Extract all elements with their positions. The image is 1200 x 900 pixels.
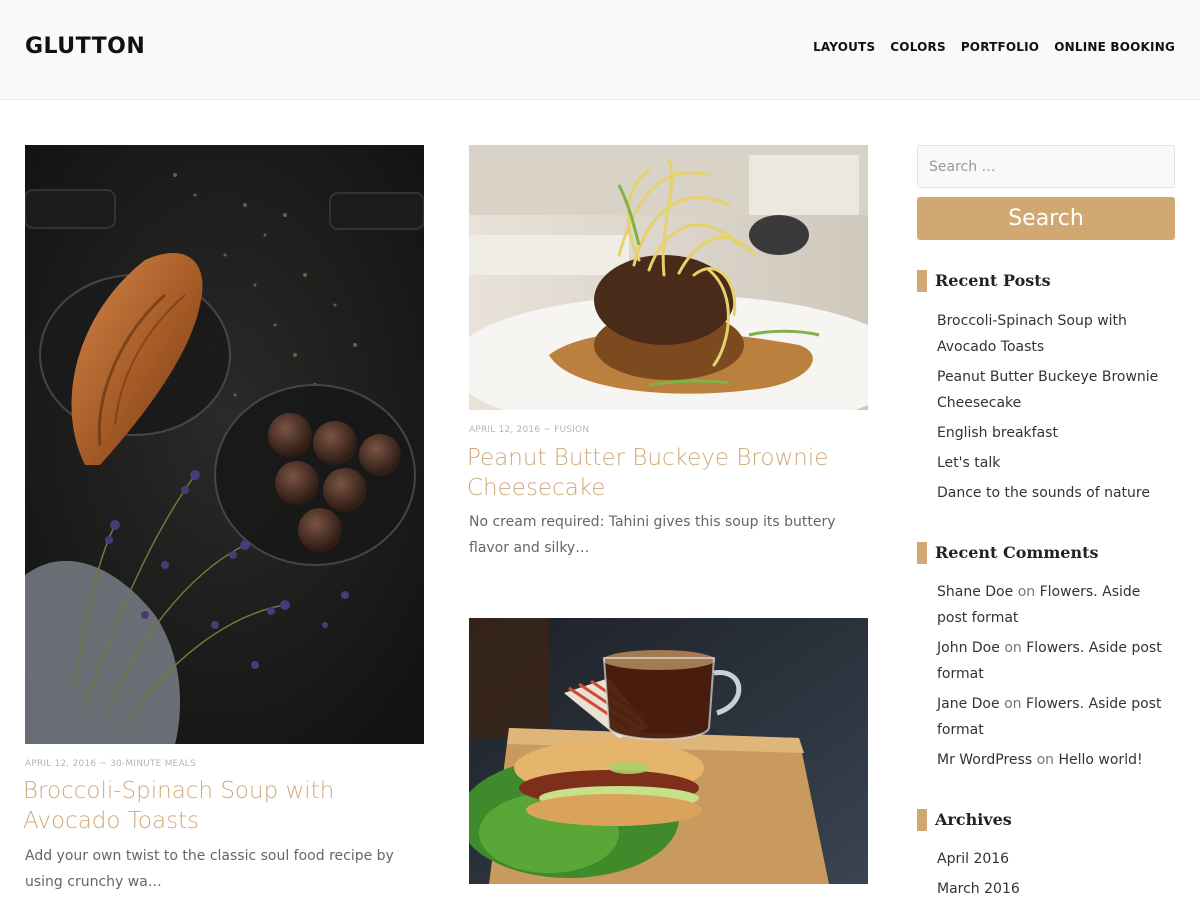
nav-item-colors[interactable]: COLORS [890, 40, 946, 54]
search-input[interactable] [917, 145, 1175, 188]
archive-link[interactable]: March 2016 [937, 881, 1020, 897]
nav-item-online-booking[interactable]: ONLINE BOOKING [1054, 40, 1175, 54]
list-item: Broccoli-Spinach Soup with Avocado Toast… [937, 308, 1175, 360]
recent-post-link[interactable]: Let's talk [937, 455, 1000, 471]
nav-item-portfolio[interactable]: PORTFOLIO [961, 40, 1039, 54]
recent-post-link[interactable]: Dance to the sounds of nature [937, 485, 1150, 501]
recent-post-link[interactable]: Peanut Butter Buckeye Brownie Cheesecake [937, 369, 1158, 411]
post-title[interactable]: Broccoli-Spinach Soup with Avocado Toast… [23, 776, 423, 836]
post-meta[interactable]: APRIL 12, 2016 ~ 30-MINUTE MEALS [25, 759, 196, 769]
post-excerpt: Add your own twist to the classic soul f… [25, 848, 394, 890]
recent-post-link[interactable]: Broccoli-Spinach Soup with Avocado Toast… [937, 313, 1127, 355]
archive-link[interactable]: April 2016 [937, 851, 1009, 867]
comment-on-text: on [1004, 696, 1022, 712]
post-image-plated-dish[interactable] [469, 145, 868, 410]
list-item: John Doe on Flowers. Aside post format [937, 635, 1175, 687]
comment-on-text: on [1017, 584, 1036, 600]
post-excerpt: No cream required: Tahini gives this sou… [469, 514, 836, 556]
comment-on-text: on [1004, 640, 1022, 656]
comment-author-link[interactable]: John Doe [937, 640, 1000, 656]
comment-author-link[interactable]: Jane Doe [937, 696, 1000, 712]
nav-item-layouts[interactable]: LAYOUTS [813, 40, 875, 54]
site-title[interactable]: GLUTTON [25, 34, 145, 59]
comment-author-link[interactable]: Mr WordPress [937, 752, 1032, 768]
recent-posts-title: Recent Posts [917, 270, 1051, 292]
post-image-croissant[interactable] [25, 145, 424, 744]
list-item: Dance to the sounds of nature [937, 480, 1175, 506]
list-item: Shane Doe on Flowers. Aside post format [937, 579, 1175, 631]
comment-post-link[interactable]: Hello world! [1058, 752, 1142, 768]
recent-posts-list: Broccoli-Spinach Soup with Avocado Toast… [937, 308, 1175, 510]
comment-on-text: on [1036, 752, 1055, 768]
archives-title: Archives [917, 809, 1012, 831]
list-item: March 2016 [937, 876, 1175, 900]
post-title[interactable]: Peanut Butter Buckeye Brownie Cheesecake [467, 443, 867, 503]
post-meta[interactable]: APRIL 12, 2016 ~ FUSION [469, 425, 589, 435]
search-button[interactable]: Search [917, 197, 1175, 240]
list-item: April 2016 [937, 846, 1175, 872]
archives-list: April 2016 March 2016 [937, 846, 1175, 900]
site-header: GLUTTON LAYOUTS COLORS PORTFOLIO ONLINE … [0, 0, 1200, 100]
recent-comments-title: Recent Comments [917, 542, 1098, 564]
list-item: Let's talk [937, 450, 1175, 476]
comment-author-link[interactable]: Shane Doe [937, 584, 1013, 600]
recent-post-link[interactable]: English breakfast [937, 425, 1058, 441]
list-item: Mr WordPress on Hello world! [937, 747, 1175, 773]
recent-comments-list: Shane Doe on Flowers. Aside post format … [937, 579, 1175, 777]
main-nav: LAYOUTS COLORS PORTFOLIO ONLINE BOOKING [813, 40, 1175, 54]
post-image-coffee-sandwich[interactable] [469, 618, 868, 884]
list-item: English breakfast [937, 420, 1175, 446]
list-item: Jane Doe on Flowers. Aside post format [937, 691, 1175, 743]
list-item: Peanut Butter Buckeye Brownie Cheesecake [937, 364, 1175, 416]
